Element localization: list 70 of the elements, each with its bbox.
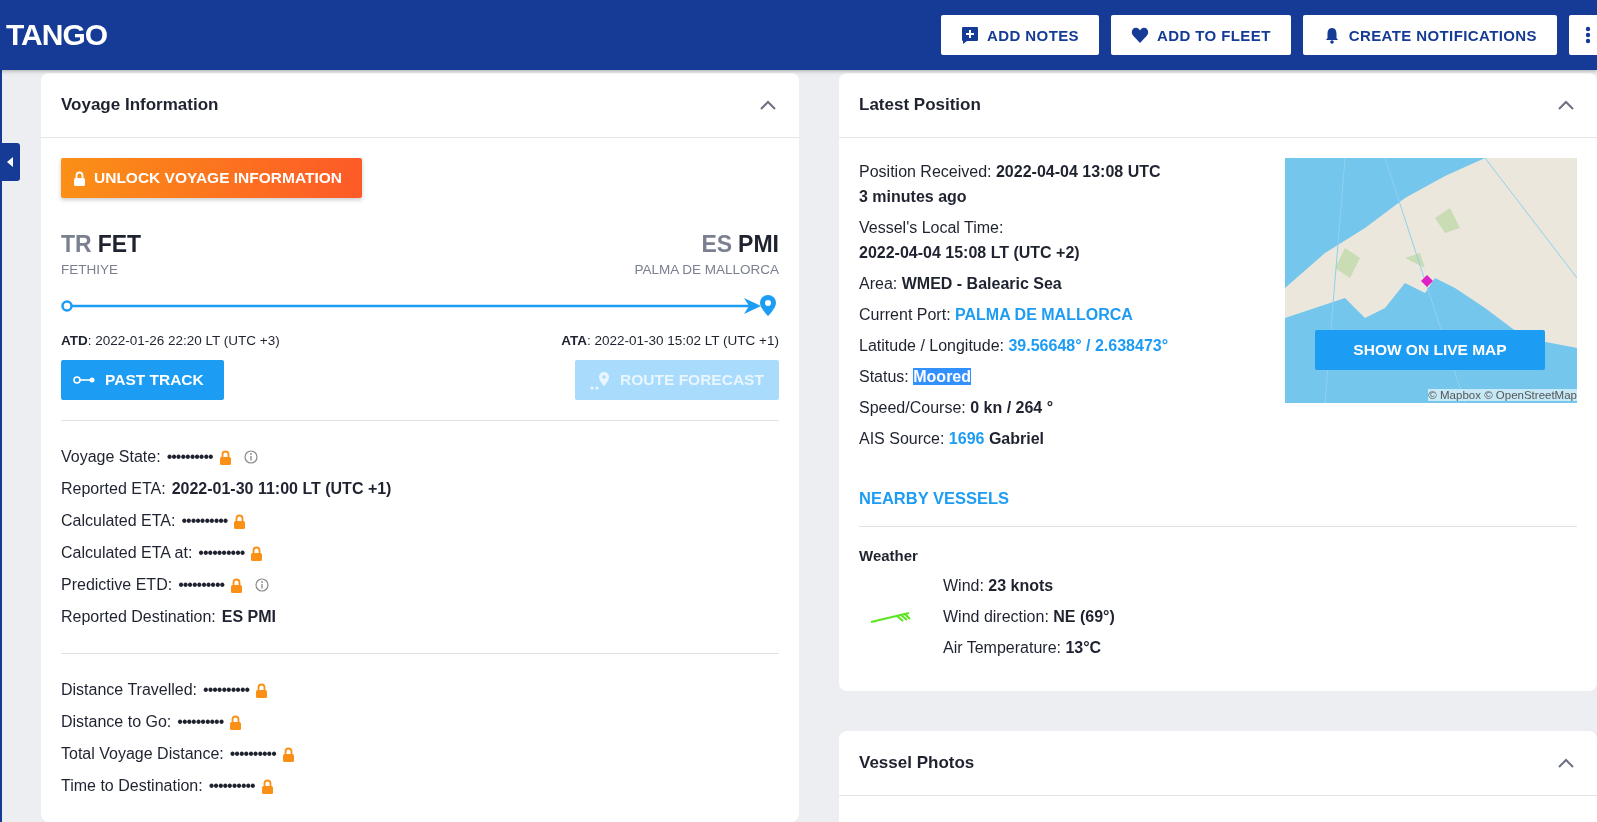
position-field: Current Port: PALMA DE MALLORCA <box>859 302 1169 327</box>
weather-field: Wind direction: NE (69°) <box>943 601 1115 632</box>
position-field: AIS Source: 1696 Gabriel <box>859 426 1169 451</box>
position-field: Status: Moored <box>859 364 1169 389</box>
caret-left-icon <box>6 156 14 168</box>
field-label: Predictive ETD: <box>61 576 173 594</box>
masked-value: •••••••••• <box>229 745 276 763</box>
fleet-button[interactable]: ADD TO FLEET <box>1111 15 1291 55</box>
field-label: Reported Destination: <box>61 608 216 626</box>
card-title: Vessel Photos <box>859 753 975 773</box>
masked-value: •••••••••• <box>166 448 213 466</box>
field-label: Reported ETA: <box>61 480 166 498</box>
field-label: Distance Travelled: <box>61 681 198 699</box>
masked-value: •••••••••• <box>198 544 245 562</box>
port-code: PMI <box>738 231 779 258</box>
departure-time: ATD: 2022-01-26 22:20 LT (UTC +3) <box>61 333 280 348</box>
link[interactable]: 1696 <box>948 430 985 447</box>
show-live-map-button[interactable]: SHOW ON LIVE MAP <box>1315 330 1545 370</box>
field-value: 2022-01-30 11:00 LT (UTC +1) <box>171 480 392 498</box>
card-title: Voyage Information <box>61 95 219 115</box>
country-code: TR <box>61 231 92 258</box>
position-field: Position Received: 2022-04-04 13:08 UTC <box>859 159 1169 184</box>
weather-field: Air Temperature: 13°C <box>943 632 1115 663</box>
position-field: Latitude / Longitude: 39.56648° / 2.638473° <box>859 333 1169 358</box>
position-field: 3 minutes ago <box>859 184 1169 209</box>
kebab-menu-icon <box>1585 26 1591 44</box>
note-plus-icon <box>961 26 980 44</box>
map-attribution: © Mapbox © OpenStreetMap <box>1428 389 1577 401</box>
chevron-up-icon[interactable] <box>1557 757 1575 769</box>
field-label: Total Voyage Distance: <box>61 745 224 763</box>
field-label: Voyage State: <box>61 448 161 466</box>
track-line-icon <box>73 375 95 385</box>
masked-value: •••••••••• <box>181 512 228 530</box>
heart-icon <box>1131 26 1149 44</box>
logo[interactable]: TANGO <box>6 18 108 52</box>
card-title: Latest Position <box>859 95 981 115</box>
section-title: Weather <box>859 547 919 564</box>
link[interactable]: PALMA DE MALLORCA <box>955 306 1133 323</box>
position-field: Area: WMED - Balearic Sea <box>859 271 1169 296</box>
selected-text: Moored <box>913 368 972 385</box>
nearby-vessels-link[interactable]: NEARBY VESSELS <box>859 489 1010 508</box>
position-field: Speed/Course: 0 kn / 264 ° <box>859 395 1169 420</box>
masked-value: •••••••••• <box>178 576 225 594</box>
dotted-pin-icon <box>590 370 611 390</box>
arrival-time: ATA: 2022-01-30 15:02 LT (UTC +1) <box>561 333 779 348</box>
chevron-up-icon[interactable] <box>759 99 777 111</box>
masked-value: •••••••••• <box>177 713 224 731</box>
field-label: Calculated ETA at: <box>61 544 193 562</box>
country-code: ES <box>701 231 733 258</box>
field-label: Time to Destination: <box>61 777 203 795</box>
position-field: Vessel's Local Time: 2022-04-04 15:08 LT (UTC +2) <box>859 215 1169 265</box>
field-value: ES PMI <box>221 608 276 626</box>
port-code: FET <box>97 231 142 258</box>
port-name: PALMA DE MALLORCA <box>634 262 779 277</box>
sidebar-toggle-button[interactable] <box>0 143 20 181</box>
link[interactable]: 39.56648° / 2.638473° <box>1008 337 1169 354</box>
unlock-voyage-button[interactable]: UNLOCK VOYAGE INFORMATION <box>61 158 362 198</box>
weather-field: Wind: 23 knots <box>943 570 1115 601</box>
info-icon[interactable] <box>243 450 258 464</box>
port-name: FETHIYE <box>61 262 119 277</box>
field-label: Distance to Go: <box>61 713 172 731</box>
notes-button[interactable]: ADD NOTES <box>941 15 1099 55</box>
masked-value: •••••••••• <box>203 681 250 699</box>
masked-value: •••••••••• <box>208 777 255 795</box>
field-label: Calculated ETA: <box>61 512 176 530</box>
notifications-button[interactable]: CREATE NOTIFICATIONS <box>1302 15 1557 55</box>
chevron-up-icon[interactable] <box>1557 99 1575 111</box>
lock-icon <box>73 170 86 186</box>
info-icon[interactable] <box>255 578 270 592</box>
past-track-button[interactable]: PAST TRACK <box>61 360 224 400</box>
